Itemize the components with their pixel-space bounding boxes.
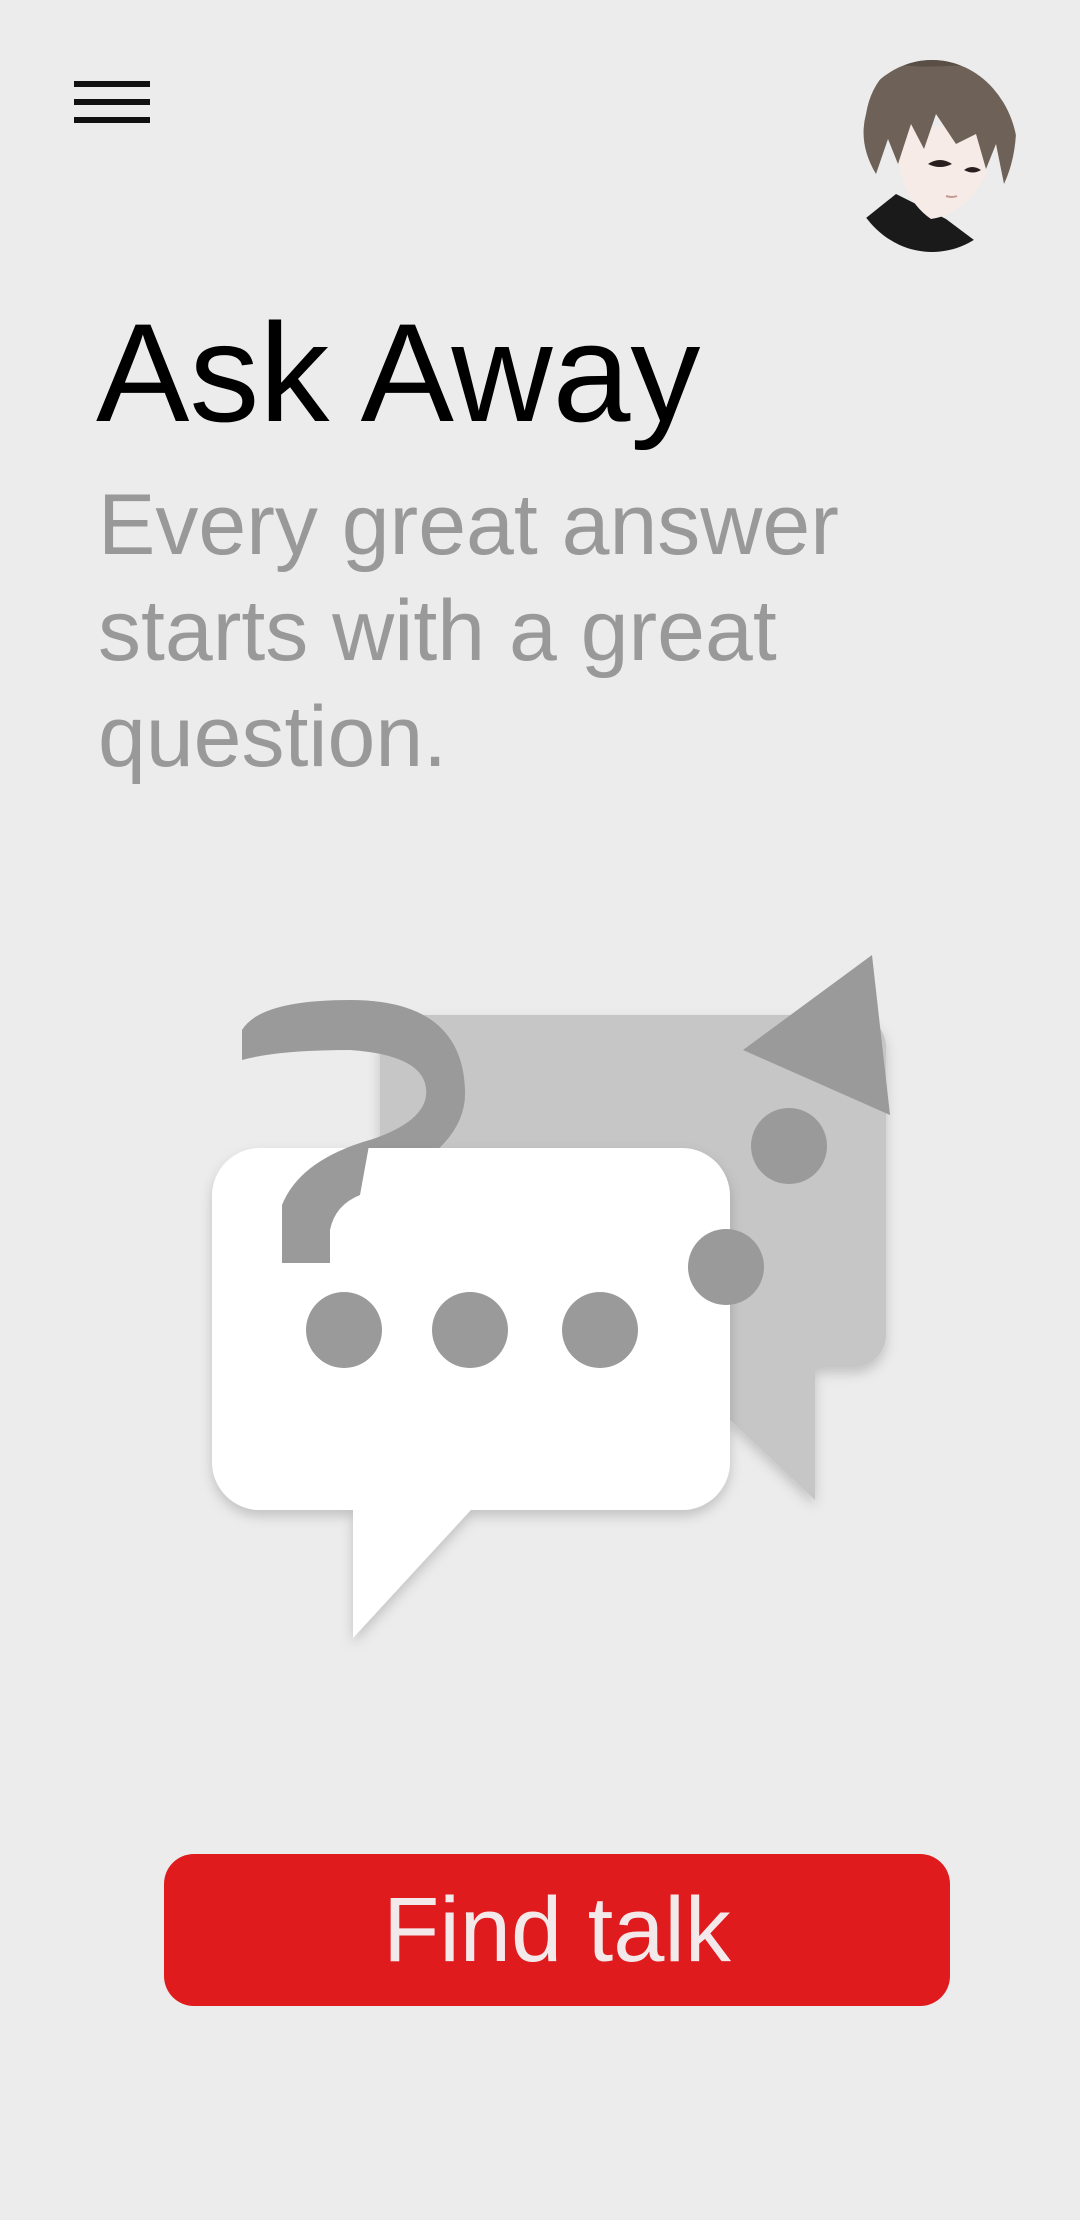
find-talk-button[interactable]: Find talk [164, 1854, 950, 2006]
menu-icon-bar [74, 99, 150, 105]
page-subtitle: Every great answer starts with a great q… [98, 477, 839, 785]
menu-icon-bar [74, 81, 150, 87]
menu-icon-bar [74, 117, 150, 123]
page-title: Ask Away [96, 294, 701, 451]
menu-button[interactable] [66, 66, 156, 138]
question-chat-bubbles-icon [212, 955, 890, 1638]
profile-avatar[interactable] [836, 44, 1022, 254]
